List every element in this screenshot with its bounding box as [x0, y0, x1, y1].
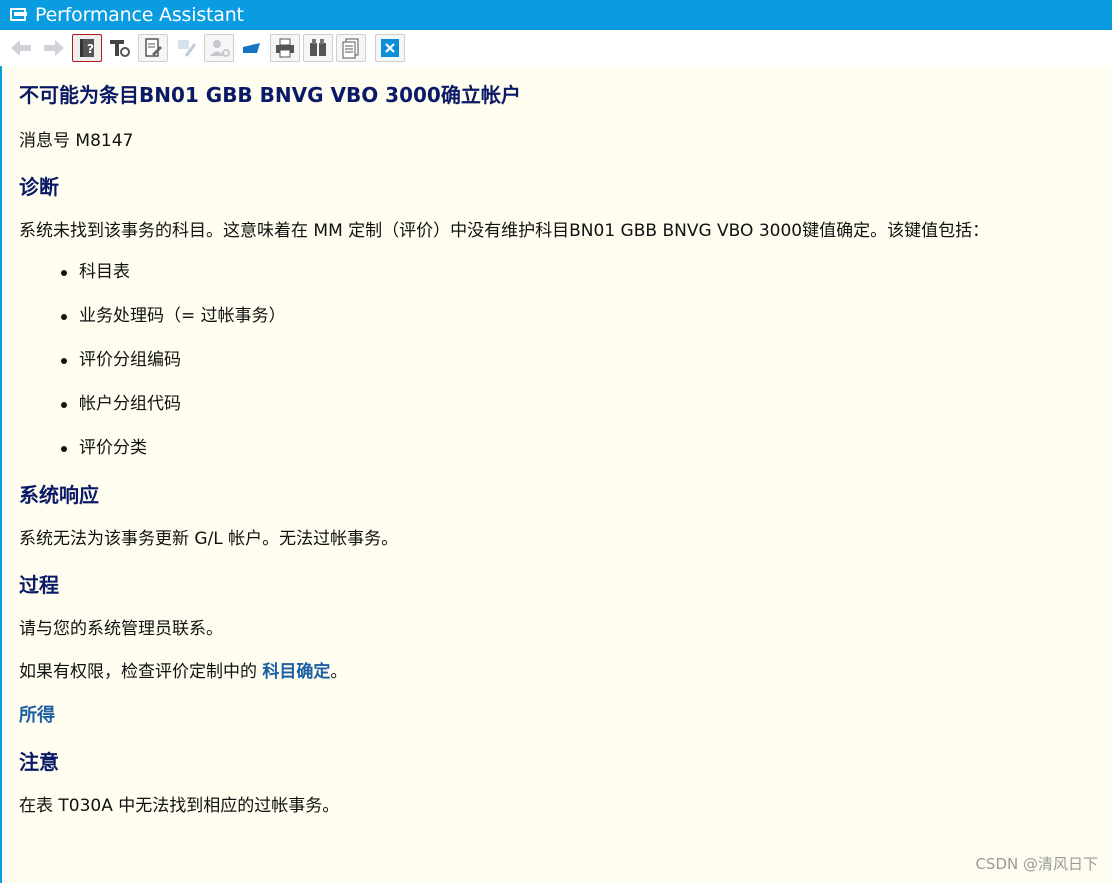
back-button[interactable] [6, 34, 36, 62]
document-list-icon [342, 38, 359, 59]
window-title: Performance Assistant [35, 4, 244, 26]
note-heading: 注意 [19, 750, 59, 774]
toolbar: ? [0, 30, 1112, 66]
user-settings-icon [210, 40, 230, 57]
list-item: 评价分类 [61, 436, 1112, 461]
help-button[interactable]: ? [72, 34, 102, 62]
message-number: 消息号 M8147 [19, 131, 134, 151]
result-link[interactable]: 所得 [19, 703, 1112, 729]
account-determination-link[interactable]: 科目确定 [262, 662, 330, 682]
find-button[interactable] [303, 34, 333, 62]
watermark: CSDN @清风日下 [975, 855, 1098, 873]
print-button[interactable] [270, 34, 300, 62]
list-item: 帐户分组代码 [61, 392, 1112, 417]
tag-button[interactable] [237, 34, 267, 62]
app-window-icon [9, 6, 31, 24]
window-titlebar: Performance Assistant [0, 0, 1112, 30]
procedure-text: 请与您的系统管理员联系。 [19, 619, 223, 639]
back-arrow-icon [11, 40, 31, 56]
edit-document-icon [145, 38, 162, 57]
help-content: 不可能为条目BN01 GBB BNVG VBO 3000确立帐户 消息号 M81… [0, 66, 1112, 883]
user-settings-button[interactable] [204, 34, 234, 62]
close-button[interactable] [375, 34, 405, 62]
forward-button[interactable] [39, 34, 69, 62]
diagnosis-text: 系统未找到该事务的科目。这意味着在 MM 定制（评价）中没有维护科目BN01 G… [19, 221, 990, 241]
edit-button[interactable] [138, 34, 168, 62]
tag-icon [243, 43, 260, 53]
document-list-button[interactable] [336, 34, 366, 62]
technical-info-button[interactable] [105, 34, 135, 62]
annotate-button[interactable] [171, 34, 201, 62]
help-book-icon: ? [80, 39, 94, 57]
diagnosis-heading: 诊断 [19, 175, 59, 199]
message-title: 不可能为条目BN01 GBB BNVG VBO 3000确立帐户 [19, 83, 521, 107]
list-item: 科目表 [61, 260, 1112, 285]
find-icon [310, 39, 326, 56]
annotate-icon [178, 40, 196, 57]
system-response-text: 系统无法为该事务更新 G/L 帐户。无法过帐事务。 [19, 529, 399, 549]
procedure-check-text: 如果有权限，检查评价定制中的 科目确定。 [19, 662, 348, 682]
diagnosis-list: 科目表 业务处理码（= 过帐事务） 评价分组编码 帐户分组代码 评价分类 [61, 260, 1112, 461]
procedure-heading: 过程 [19, 573, 59, 597]
technical-info-icon [110, 40, 130, 57]
note-text: 在表 T030A 中无法找到相应的过帐事务。 [19, 796, 340, 816]
close-icon [381, 39, 399, 57]
print-icon [276, 38, 294, 58]
forward-arrow-icon [44, 40, 64, 56]
system-response-heading: 系统响应 [19, 483, 99, 507]
svg-text:?: ? [87, 42, 94, 56]
list-item: 业务处理码（= 过帐事务） [61, 304, 1112, 329]
list-item: 评价分组编码 [61, 348, 1112, 373]
